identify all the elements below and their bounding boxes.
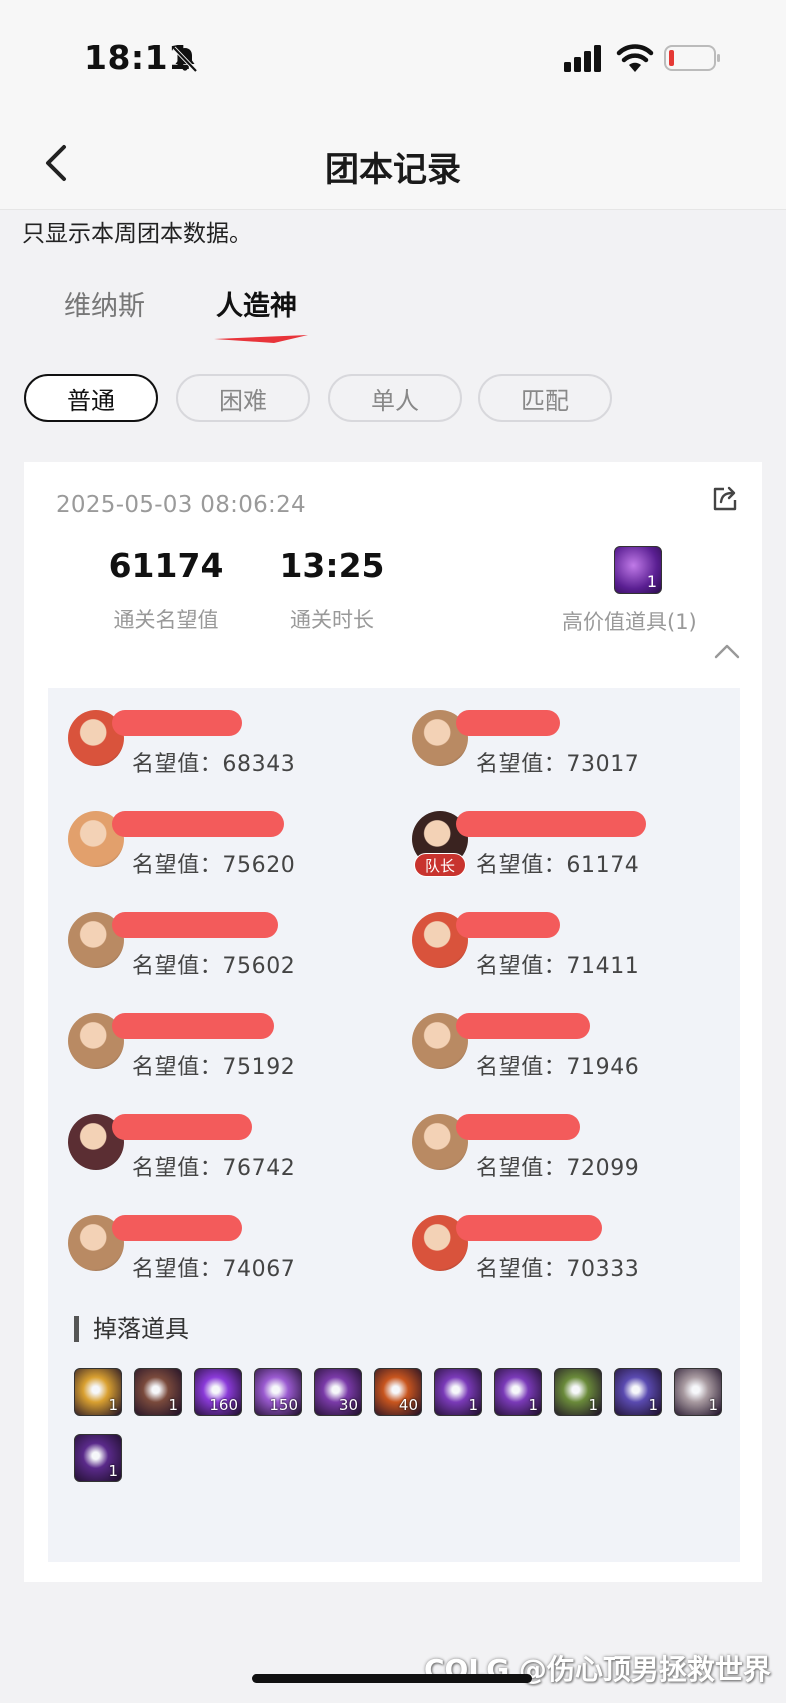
drop-item-count: 40 (398, 1396, 418, 1414)
member-card[interactable]: 名望值：75602 (68, 912, 398, 992)
tab-artificial-god[interactable]: 人造神 (216, 284, 297, 323)
drop-item-count: 1 (528, 1396, 538, 1414)
member-card[interactable]: 名望值：74067 (68, 1215, 398, 1295)
member-card[interactable]: 名望值：70333 (412, 1215, 742, 1295)
member-fame: 名望值：68343 (132, 752, 296, 777)
high-value-label: 高价值道具(1) (562, 610, 697, 634)
status-bar: 18:11 (0, 0, 786, 116)
home-indicator[interactable] (252, 1674, 532, 1683)
member-card[interactable]: 名望值：75620 (68, 811, 398, 891)
member-fame: 名望值：71946 (476, 1055, 640, 1080)
tab-venus[interactable]: 维纳斯 (64, 284, 145, 323)
member-card[interactable]: 名望值：72099 (412, 1114, 742, 1194)
redacted-name (112, 710, 242, 736)
redacted-name (112, 1215, 242, 1241)
redacted-name (112, 1013, 274, 1039)
drop-item-count: 1 (468, 1396, 478, 1414)
drop-item-count: 1 (108, 1462, 118, 1480)
pill-match[interactable]: 匹配 (478, 374, 612, 422)
member-fame: 名望值：76742 (132, 1156, 296, 1181)
redacted-name (456, 1215, 602, 1241)
bell-muted-icon (172, 46, 198, 73)
member-fame: 名望值：75602 (132, 954, 296, 979)
drop-item-icon[interactable]: 1 (434, 1368, 482, 1416)
member-fame: 名望值：74067 (132, 1257, 296, 1282)
redacted-name (456, 811, 646, 837)
member-card[interactable]: 名望值：71946 (412, 1013, 742, 1093)
battery-low-icon (664, 45, 720, 71)
drop-item-count: 1 (708, 1396, 718, 1414)
redacted-name (112, 1114, 252, 1140)
member-card[interactable]: 名望值：75192 (68, 1013, 398, 1093)
chevron-up-icon[interactable] (712, 640, 742, 662)
page-title: 团本记录 (325, 150, 461, 190)
member-fame: 名望值：70333 (476, 1257, 640, 1282)
redacted-name (112, 912, 278, 938)
record-timestamp: 2025-05-03 08:06:24 (56, 492, 306, 518)
leader-badge: 队长 (414, 853, 466, 877)
drop-item-count: 160 (209, 1396, 238, 1414)
members-panel: 名望值：68343 名望值：73017 名望值：75620 队长 名望值：61174 名望… (48, 688, 740, 1562)
member-card[interactable]: 名望值：76742 (68, 1114, 398, 1194)
drops-title: 掉落道具 (74, 1316, 189, 1342)
drop-item-count: 1 (108, 1396, 118, 1414)
clear-time-label: 通关时长 (290, 608, 374, 632)
drop-item-icon[interactable]: 1 (134, 1368, 182, 1416)
member-card[interactable]: 名望值：71411 (412, 912, 742, 992)
drop-item-icon[interactable]: 160 (194, 1368, 242, 1416)
drop-item-count: 150 (269, 1396, 298, 1414)
pill-hard[interactable]: 困难 (176, 374, 310, 422)
drop-item-icon[interactable]: 1 (74, 1368, 122, 1416)
drop-item-icon[interactable]: 1 (554, 1368, 602, 1416)
redacted-name (112, 811, 284, 837)
share-icon[interactable] (710, 484, 740, 514)
drop-item-icon[interactable]: 150 (254, 1368, 302, 1416)
redacted-name (456, 710, 560, 736)
cellular-signal-icon (564, 45, 601, 72)
drop-item-count: 1 (588, 1396, 598, 1414)
high-value-item-count: 1 (646, 572, 657, 591)
redacted-name (456, 1114, 580, 1140)
drop-item-count: 1 (168, 1396, 178, 1414)
drop-item-icon[interactable]: 1 (614, 1368, 662, 1416)
member-card[interactable]: 名望值：68343 (68, 710, 398, 790)
drop-item-count: 1 (648, 1396, 658, 1414)
drop-item-icon[interactable]: 30 (314, 1368, 362, 1416)
raid-record-card: 2025-05-03 08:06:24 61174 通关名望值 13:25 通关… (24, 462, 762, 1582)
redacted-name (456, 912, 560, 938)
high-value-item-icon[interactable]: 1 (614, 546, 662, 594)
member-fame: 名望值：75192 (132, 1055, 296, 1080)
clear-time-value: 13:25 (279, 546, 385, 585)
nav-bar: 团本记录 (0, 116, 786, 210)
redacted-name (456, 1013, 590, 1039)
pill-normal[interactable]: 普通 (24, 374, 158, 422)
drop-item-count: 30 (338, 1396, 358, 1414)
drop-item-icon[interactable]: 1 (74, 1434, 122, 1482)
member-card[interactable]: 名望值：73017 (412, 710, 742, 790)
member-fame: 名望值：75620 (132, 853, 296, 878)
member-fame: 名望值：61174 (476, 853, 640, 878)
active-tab-underline (214, 335, 308, 343)
wifi-icon (616, 44, 654, 72)
weekly-notice: 只显示本周团本数据。 (22, 221, 252, 247)
drop-item-icon[interactable]: 1 (494, 1368, 542, 1416)
drop-item-icon[interactable]: 40 (374, 1368, 422, 1416)
member-card[interactable]: 队长 名望值：61174 (412, 811, 742, 891)
drop-item-icon[interactable]: 1 (674, 1368, 722, 1416)
member-fame: 名望值：71411 (476, 954, 640, 979)
member-fame: 名望值：72099 (476, 1156, 640, 1181)
pill-solo[interactable]: 单人 (328, 374, 462, 422)
member-fame: 名望值：73017 (476, 752, 640, 777)
